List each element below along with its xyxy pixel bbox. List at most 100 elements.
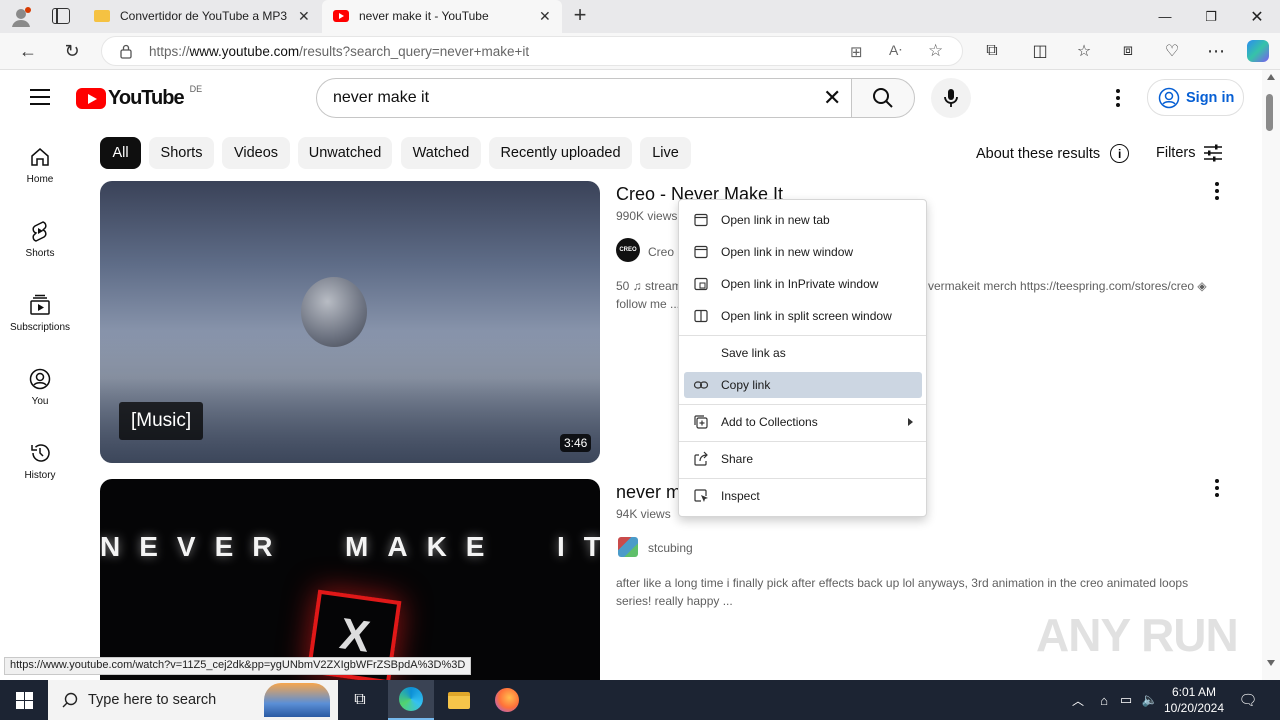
channel-avatar[interactable]: CREO	[616, 238, 640, 262]
video-duration: 3:46	[560, 434, 592, 452]
taskbar-file-explorer[interactable]	[436, 680, 482, 720]
folder-icon	[94, 10, 110, 22]
search-highlight-image	[264, 683, 330, 717]
taskbar-search[interactable]: Type here to search	[48, 680, 338, 720]
notifications-icon[interactable]: 🗨	[1234, 680, 1262, 720]
firefox-icon	[495, 688, 519, 712]
sidebar-label: Shorts	[25, 248, 55, 259]
tab-converter[interactable]: Convertidor de YouTube a MP3 G ✕	[84, 0, 320, 33]
chip-shorts[interactable]: Shorts	[149, 137, 214, 169]
menu-open-new-window[interactable]: Open link in new window	[684, 239, 922, 265]
filters-label: Filters	[1156, 145, 1196, 161]
close-tab-icon[interactable]: ✕	[298, 8, 310, 25]
address-bar[interactable]: https://www.youtube.com/results?search_q…	[101, 36, 963, 66]
menu-copy-link[interactable]: Copy link	[684, 372, 922, 398]
scrollbar-thumb[interactable]	[1266, 94, 1273, 131]
minimize-button[interactable]: —	[1142, 0, 1188, 33]
about-results-label: About these results	[976, 145, 1101, 162]
taskbar-edge[interactable]	[388, 680, 434, 720]
collections-icon[interactable]: ⧈	[1113, 37, 1143, 65]
clear-search-icon[interactable]: ✕	[823, 85, 841, 111]
search-icon	[873, 88, 893, 108]
close-window-button[interactable]: ✕	[1234, 0, 1280, 33]
menu-open-split-screen[interactable]: Open link in split screen window	[684, 303, 922, 329]
search-icon	[62, 692, 78, 708]
tab-actions-icon[interactable]	[52, 8, 70, 24]
close-tab-icon[interactable]: ✕	[539, 8, 551, 25]
back-icon[interactable]: ←	[13, 37, 43, 65]
refresh-icon[interactable]: ↻	[57, 37, 87, 65]
settings-more-icon[interactable]	[1106, 86, 1130, 110]
clock[interactable]: 6:01 AM 10/20/2024	[1162, 680, 1226, 720]
video-title[interactable]: never m	[616, 482, 681, 503]
video-thumbnail[interactable]: [Music] 3:46	[100, 181, 600, 463]
lock-icon[interactable]	[120, 44, 132, 59]
scrollbar[interactable]	[1262, 70, 1280, 680]
channel-name[interactable]: Creo	[648, 245, 674, 259]
chip-all[interactable]: All	[100, 137, 141, 169]
extensions-icon[interactable]: ⧉	[977, 37, 1007, 65]
scroll-up-arrow[interactable]	[1267, 74, 1275, 80]
status-url: https://www.youtube.com/watch?v=11Z5_cej…	[4, 657, 472, 675]
more-options-icon[interactable]: ⋯	[1201, 37, 1231, 65]
restore-button[interactable]: ❐	[1188, 0, 1234, 33]
sidebar-item-shorts[interactable]: Shorts	[0, 220, 80, 294]
menu-inspect[interactable]: Inspect	[684, 483, 922, 509]
inspect-icon	[694, 489, 708, 502]
video-thumbnail[interactable]: NEVER MAKE IT X	[100, 479, 600, 680]
network-icon[interactable]: ⌂	[1094, 680, 1114, 720]
filters-button[interactable]: Filters	[1156, 144, 1223, 162]
menu-open-inprivate[interactable]: Open link in InPrivate window	[684, 271, 922, 297]
tab-youtube[interactable]: never make it - YouTube ✕	[322, 0, 562, 33]
volume-icon[interactable]: 🔈	[1140, 680, 1160, 720]
menu-save-link-as[interactable]: Save link as	[684, 340, 922, 366]
youtube-logo[interactable]: YouTube DE	[76, 84, 202, 110]
menu-add-to-collections[interactable]: Add to Collections	[684, 409, 922, 435]
scroll-down-arrow[interactable]	[1267, 660, 1275, 666]
chip-videos[interactable]: Videos	[222, 137, 290, 169]
performance-icon[interactable]: ♡	[1157, 37, 1187, 65]
read-aloud-icon[interactable]: Aᐧ	[889, 42, 902, 59]
favorites-icon[interactable]: ☆	[1069, 37, 1099, 65]
copilot-icon[interactable]	[1243, 37, 1273, 65]
show-hidden-icons[interactable]: ︿	[1068, 680, 1088, 720]
chip-watched[interactable]: Watched	[401, 137, 481, 169]
video-more-icon[interactable]	[1205, 179, 1229, 203]
favorite-star-icon[interactable]: ☆	[928, 41, 943, 61]
voice-search-button[interactable]	[931, 78, 971, 118]
sidebar-item-subscriptions[interactable]: Subscriptions	[0, 294, 80, 368]
sidebar-item-home[interactable]: Home	[0, 146, 80, 220]
chip-recently-uploaded[interactable]: Recently uploaded	[489, 137, 632, 169]
menu-share[interactable]: Share	[684, 446, 922, 472]
mountain-silhouette	[100, 331, 600, 463]
channel-name[interactable]: stcubing	[648, 541, 693, 555]
about-results-button[interactable]: About these results i	[976, 144, 1130, 163]
video-more-icon[interactable]	[1205, 476, 1229, 500]
url-text[interactable]: https://www.youtube.com/results?search_q…	[149, 44, 529, 59]
video-description: after like a long time i finally pick af…	[616, 576, 1189, 608]
channel-avatar[interactable]	[618, 537, 638, 557]
search-input[interactable]	[333, 87, 813, 109]
sign-in-button[interactable]: Sign in	[1147, 79, 1244, 116]
thumbnail-text: NEVER MAKE IT	[100, 531, 600, 562]
profile-icon[interactable]	[10, 6, 32, 28]
start-button[interactable]	[0, 680, 48, 720]
sidebar-item-you[interactable]: You	[0, 368, 80, 442]
sidebar-label: Home	[26, 174, 54, 185]
search-button[interactable]	[851, 78, 915, 118]
split-screen-icon[interactable]: ◫	[1025, 37, 1055, 65]
taskbar-firefox[interactable]	[484, 680, 530, 720]
home-icon	[31, 148, 49, 166]
chip-unwatched[interactable]: Unwatched	[298, 137, 392, 169]
menu-open-new-tab[interactable]: Open link in new tab	[684, 207, 922, 233]
app-available-icon[interactable]: ⊞	[850, 43, 863, 61]
new-tab-button[interactable]: +	[568, 4, 592, 28]
ethernet-icon[interactable]: ▭	[1116, 680, 1136, 720]
search-box[interactable]: ✕	[316, 78, 852, 118]
browser-toolbar: ← ↻ https://www.youtube.com/results?sear…	[0, 33, 1280, 70]
context-menu: Open link in new tab Open link in new wi…	[678, 199, 927, 517]
menu-icon[interactable]	[30, 89, 50, 105]
task-view-button[interactable]: ⧉	[340, 680, 380, 720]
sidebar-item-history[interactable]: History	[0, 442, 80, 516]
chip-live[interactable]: Live	[640, 137, 691, 169]
